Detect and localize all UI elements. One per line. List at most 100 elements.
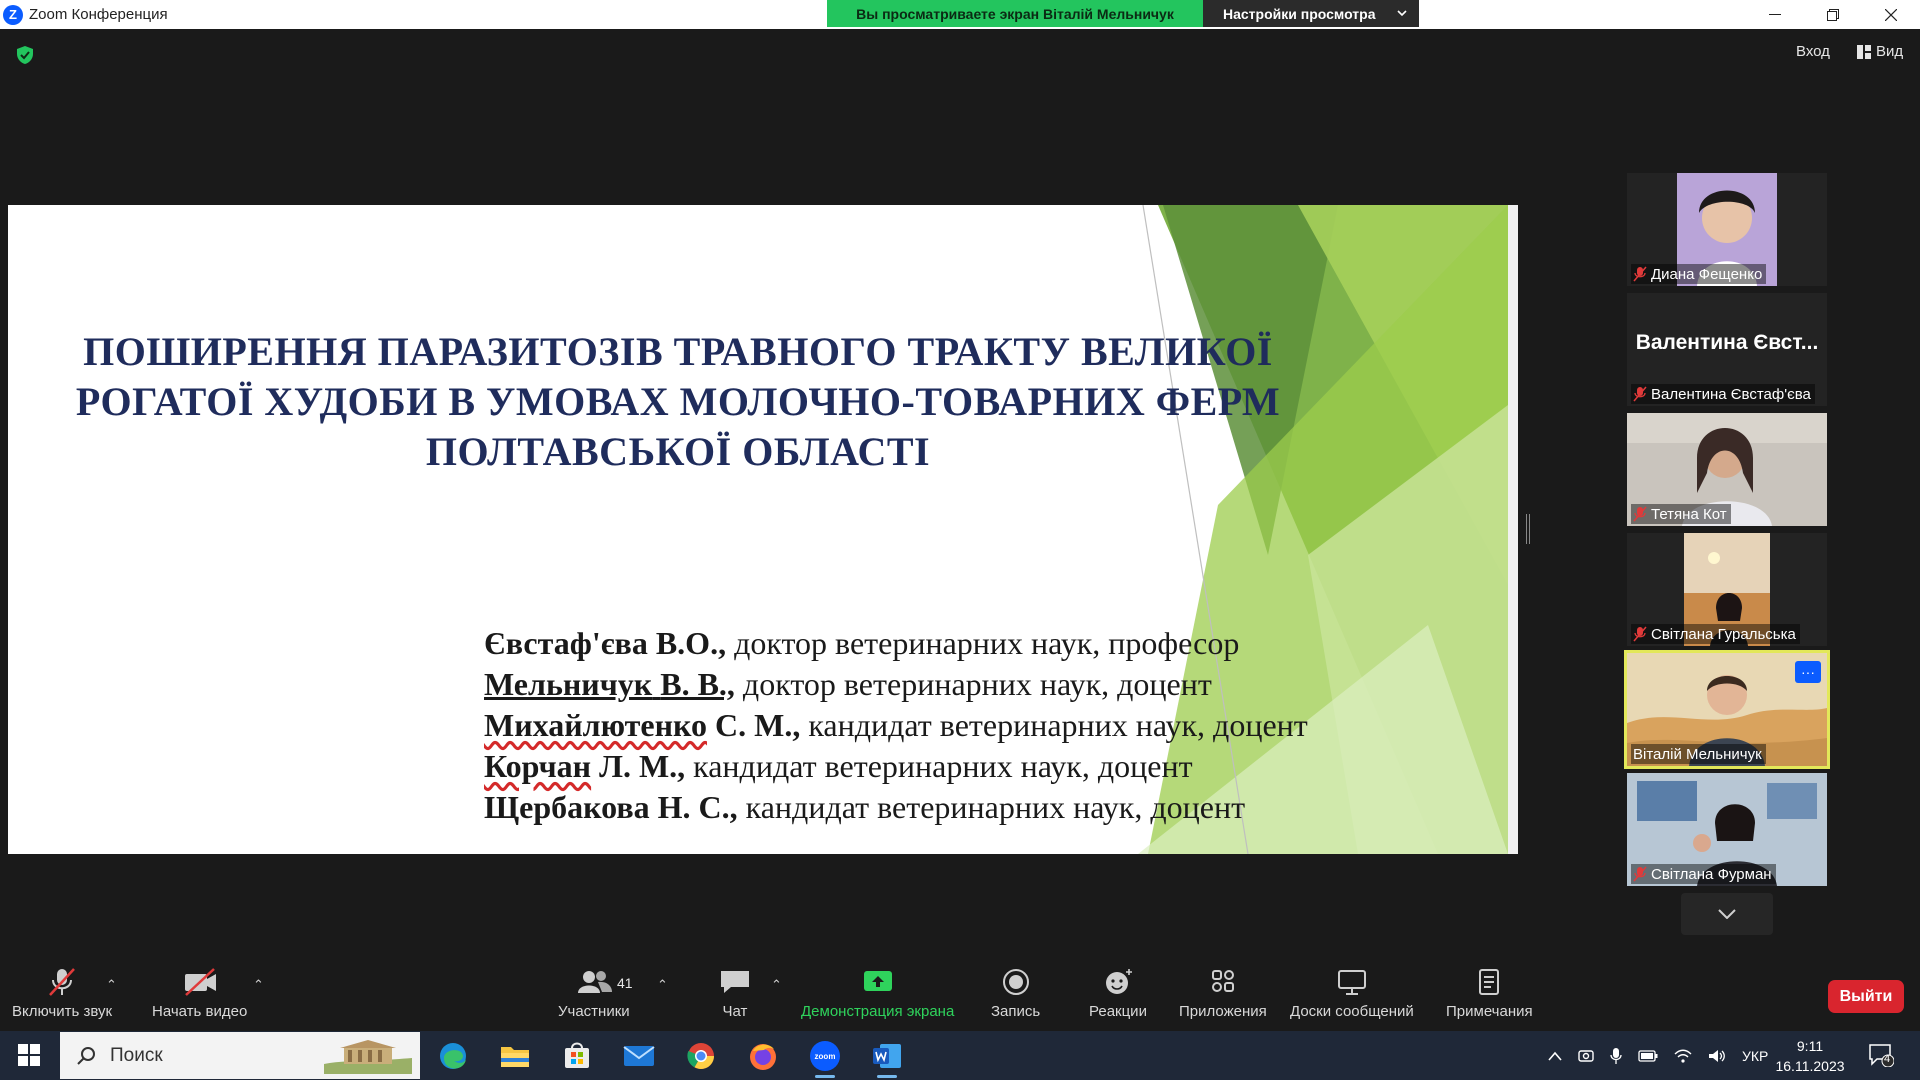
notification-center-button[interactable]: 4	[1868, 1043, 1895, 1072]
chat-icon	[721, 971, 749, 993]
view-settings-dropdown[interactable]: Настройки просмотра	[1203, 0, 1419, 27]
restore-button[interactable]	[1804, 0, 1862, 29]
clock-time: 9:11	[1796, 1038, 1824, 1054]
mic-muted-icon	[1633, 386, 1647, 402]
participant-name: Валентина Євстаф'єва	[1651, 385, 1811, 403]
notes-icon	[1479, 969, 1500, 995]
start-video-label: Начать видео	[152, 1003, 248, 1020]
window-controls	[1746, 0, 1920, 29]
title-bar: Z Zoom Конференция Вы просматриваете экр…	[0, 0, 1920, 29]
chrome-icon	[687, 1043, 715, 1070]
audio-options-chevron-icon[interactable]: ⌃	[106, 977, 117, 993]
view-settings-label: Настройки просмотра	[1223, 5, 1376, 22]
participant-name-tag: Валентина Євстаф'єва	[1631, 384, 1815, 404]
mic-muted-icon	[1633, 266, 1647, 282]
author-line: Мельничук В. В., доктор ветеринарних нау…	[484, 664, 1308, 705]
folder-icon	[501, 1047, 529, 1067]
participant-display-name: Валентина Євст...	[1635, 331, 1819, 354]
word-app-icon[interactable]	[865, 1037, 909, 1078]
participant-name-tag: Світлана Гуральська	[1631, 624, 1800, 644]
slide-scrollbar[interactable]	[1508, 205, 1518, 854]
file-explorer-app-icon[interactable]	[493, 1037, 537, 1075]
author-surname: Євстаф'єва	[484, 625, 648, 661]
microsoft-store-app-icon[interactable]	[555, 1037, 599, 1075]
windows-start-icon[interactable]	[18, 1044, 40, 1066]
whiteboards-button[interactable]: Доски сообщений	[1290, 967, 1414, 1020]
author-initials: Н. С.,	[657, 789, 738, 825]
participants-label: Участники	[558, 1003, 630, 1020]
chrome-app-icon[interactable]	[679, 1037, 723, 1075]
participants-options-chevron-icon[interactable]: ⌃	[657, 977, 668, 993]
participant-tile[interactable]: Світлана Гуральська	[1627, 533, 1827, 646]
firefox-app-icon[interactable]	[741, 1037, 785, 1075]
shield-icon[interactable]	[15, 45, 35, 65]
reactions-button[interactable]: Реакции	[1089, 967, 1147, 1020]
author-surname: Михайлютенко	[484, 707, 708, 743]
mail-app-icon[interactable]	[617, 1037, 661, 1075]
chat-options-chevron-icon[interactable]: ⌃	[771, 977, 782, 993]
gallery-scroll-down-button[interactable]	[1681, 893, 1773, 935]
volume-icon[interactable]	[1708, 1049, 1726, 1063]
edge-icon	[440, 1043, 466, 1069]
taskbar-search-box[interactable]: Поиск	[60, 1032, 420, 1079]
panel-splitter-handle[interactable]	[1526, 514, 1530, 544]
record-label: Запись	[991, 1003, 1041, 1020]
mic-muted-icon	[1633, 866, 1647, 882]
view-label: Вид	[1876, 43, 1904, 60]
viewing-banner: Вы просматриваете экран Віталій Мельничу…	[827, 0, 1203, 27]
edge-app-icon[interactable]	[431, 1037, 475, 1075]
zoom-app-icon[interactable]: zoom	[803, 1037, 847, 1078]
participant-name-tag: Диана Фещенко	[1631, 264, 1767, 284]
participant-tile[interactable]: Диана Фещенко	[1627, 173, 1827, 286]
wifi-icon[interactable]	[1674, 1049, 1692, 1063]
active-speaker-tile[interactable]: ··· Віталій Мельничук	[1624, 650, 1830, 769]
keyboard-language[interactable]: УКР	[1742, 1048, 1768, 1064]
windows-taskbar: Поиск zoom УКР 9:11 16.11.2023 4	[0, 1031, 1920, 1080]
camera-off-icon	[184, 968, 216, 996]
participant-name-tag: Віталій Мельничук	[1631, 744, 1766, 764]
close-button[interactable]	[1862, 0, 1920, 29]
video-options-chevron-icon[interactable]: ⌃	[253, 977, 264, 993]
notes-button[interactable]: Примечания	[1446, 967, 1533, 1020]
share-screen-label: Демонстрация экрана	[801, 1003, 955, 1020]
share-screen-button[interactable]: Демонстрация экрана	[801, 967, 954, 1020]
apps-button[interactable]: Приложения	[1179, 967, 1267, 1020]
chevron-down-icon	[1397, 10, 1408, 17]
reactions-label: Реакции	[1089, 1003, 1147, 1020]
mic-muted-icon	[1633, 506, 1647, 522]
battery-icon[interactable]	[1638, 1049, 1658, 1062]
author-role: кандидат ветеринарних наук, доцент	[800, 707, 1308, 743]
participant-tile[interactable]: Валентина Євст... Валентина Євстаф'єва	[1627, 293, 1827, 406]
view-button[interactable]: Вид	[1857, 43, 1903, 60]
participant-name: Світлана Гуральська	[1651, 625, 1796, 643]
participant-name: Світлана Фурман	[1651, 865, 1772, 883]
participant-name: Віталій Мельничук	[1633, 745, 1762, 763]
author-initials: Л. М.,	[599, 748, 686, 784]
minimize-button[interactable]	[1746, 0, 1804, 29]
start-video-button[interactable]: Начать видео	[152, 967, 247, 1020]
whiteboard-icon	[1337, 970, 1366, 995]
author-line: Євстаф'єва В.О., доктор ветеринарних нау…	[484, 623, 1308, 664]
record-button[interactable]: Запись	[991, 967, 1040, 1020]
participant-tile[interactable]: Тетяна Кот	[1627, 413, 1827, 526]
chevron-up-icon[interactable]	[1548, 1051, 1562, 1061]
author-line: Корчан Л. М., кандидат ветеринарних наук…	[484, 746, 1308, 787]
enter-button[interactable]: Вход	[1796, 43, 1830, 60]
chat-button[interactable]: Чат	[717, 967, 753, 1020]
slide-title-line: ПОЛТАВСЬКОЇ ОБЛАСТІ	[425, 429, 931, 474]
tile-more-options-button[interactable]: ···	[1795, 661, 1821, 683]
search-placeholder: Поиск	[110, 1044, 163, 1066]
shared-screen-slide: ПОШИРЕННЯ ПАРАЗИТОЗІВ ТРАВНОГО ТРАКТУ ВЕ…	[8, 205, 1518, 854]
author-role: доктор ветеринарних наук, доцент	[734, 666, 1212, 702]
authors-list: Євстаф'єва В.О., доктор ветеринарних нау…	[484, 623, 1308, 828]
close-icon	[1885, 8, 1897, 21]
microphone-tray-icon[interactable]	[1610, 1047, 1622, 1065]
slide-title: ПОШИРЕННЯ ПАРАЗИТОЗІВ ТРАВНОГО ТРАКТУ ВЕ…	[28, 327, 1328, 477]
camera-tray-icon[interactable]	[1578, 1048, 1594, 1064]
unmute-button[interactable]: Включить звук	[12, 967, 112, 1020]
mail-icon	[623, 1046, 655, 1066]
participant-tile[interactable]: Світлана Фурман	[1627, 773, 1827, 886]
taskbar-clock[interactable]: 9:11 16.11.2023	[1770, 1036, 1850, 1076]
leave-meeting-button[interactable]: Выйти	[1828, 980, 1904, 1013]
chevron-down-icon	[1718, 909, 1736, 919]
